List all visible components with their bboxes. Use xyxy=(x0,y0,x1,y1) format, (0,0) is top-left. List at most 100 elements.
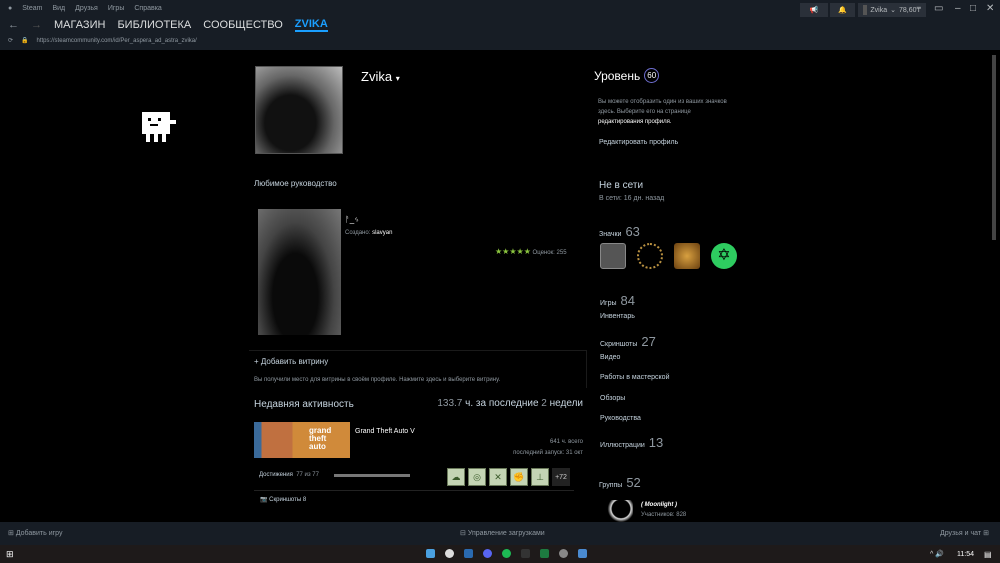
spotify-icon[interactable] xyxy=(502,549,511,558)
steam-app-icon[interactable] xyxy=(464,549,473,558)
stat-link[interactable]: Видео xyxy=(600,354,620,361)
achievement-crossed-icon[interactable]: ✕ xyxy=(489,468,507,486)
chevron-down-icon: ⌄ xyxy=(890,7,897,14)
group-name[interactable]: ( Moonlight ) xyxy=(641,502,677,508)
level-badge: 60 xyxy=(644,68,660,83)
game-app-icon[interactable] xyxy=(559,549,568,558)
stat-link[interactable]: Скриншоты 27 xyxy=(600,334,656,349)
screenshots-link[interactable]: 📷 Скриншоты 8 xyxy=(260,496,306,503)
notification-center-icon[interactable]: ▤ xyxy=(984,550,992,559)
more-achievements[interactable]: +72 xyxy=(552,468,570,486)
desktop-app-icon[interactable] xyxy=(426,549,435,558)
game-total-hours: 641 ч. всего xyxy=(550,439,583,445)
back-icon[interactable]: ← xyxy=(8,19,19,31)
caret-down-icon: ▾ xyxy=(395,74,400,83)
recent-activity-heading: Недавняя активность xyxy=(254,399,354,410)
windows-start-icon[interactable]: ⊞ xyxy=(6,549,14,560)
wallet-balance: 78,60₸ xyxy=(899,7,921,14)
profile-name-dropdown[interactable]: Zvika ▾ xyxy=(361,69,400,84)
rating-stars: ★★★★★ xyxy=(495,247,531,256)
downloads-button[interactable]: ⊟ Управление загрузками xyxy=(460,529,545,537)
add-showcase-label: + Добавить витрину xyxy=(254,357,329,366)
taskbar-apps xyxy=(426,549,587,558)
clock[interactable]: 11:54 xyxy=(957,551,974,558)
camera-icon: 📷 xyxy=(260,497,268,503)
pixel-dog-icon xyxy=(142,112,176,142)
discord-icon[interactable] xyxy=(483,549,492,558)
game-capsule-gta5[interactable]: grand theft auto xyxy=(254,422,350,458)
nav-library[interactable]: БИБЛИОТЕКА xyxy=(117,19,191,31)
forward-icon[interactable]: → xyxy=(31,19,42,31)
laurel-badge-icon[interactable] xyxy=(637,243,663,269)
menu-steam[interactable]: Steam xyxy=(22,5,42,12)
steam-bottom-bar: ⊞ Добавить игру ⊟ Управление загрузками … xyxy=(0,522,1000,545)
profile-avatar[interactable] xyxy=(255,66,343,154)
stat-label: Иллюстрации xyxy=(600,442,645,450)
nav-community[interactable]: СООБЩЕСТВО xyxy=(203,19,283,31)
achievements-value: 77 из 77 xyxy=(296,472,319,478)
notifications-button[interactable]: 🔔 xyxy=(830,3,855,17)
app-icon[interactable] xyxy=(521,549,530,558)
stat-link[interactable]: Иллюстрации 13 xyxy=(600,435,663,450)
tiger-badge-icon[interactable] xyxy=(674,243,700,269)
badges-link[interactable]: Значки 63 xyxy=(599,224,640,239)
add-showcase[interactable]: + Добавить витрину Вы получили место для… xyxy=(249,350,587,388)
guide-author[interactable]: slavyan xyxy=(372,230,392,236)
group-avatar[interactable] xyxy=(603,500,633,522)
guide-title[interactable]: ᚨ_ᛃ xyxy=(345,215,359,224)
stat-link[interactable]: Инвентарь xyxy=(600,313,635,320)
stat-label: Обзоры xyxy=(600,394,626,402)
stat-link[interactable]: Работы в мастерской xyxy=(600,374,670,381)
guide-image[interactable] xyxy=(258,209,341,335)
last-online: В сети: 16 дн. назад xyxy=(599,195,665,202)
menu-bar: ● Steam Вид Друзья Игры Справка xyxy=(8,5,162,12)
groups-link[interactable]: Группы 52 xyxy=(599,475,641,490)
refresh-icon[interactable]: ⟳ xyxy=(8,37,13,44)
achievement-icons: ☁ ◎ ✕ ✊ ⊥ +72 xyxy=(447,468,570,486)
menu-friends[interactable]: Друзья xyxy=(75,5,98,12)
stat-label: Скриншоты xyxy=(600,340,638,348)
edit-profile-link[interactable]: редактирования профиля. xyxy=(598,119,672,125)
url-text[interactable]: https://steamcommunity.com/id/Per_aspera… xyxy=(37,38,197,44)
nav-profile[interactable]: ZVIKA xyxy=(294,18,328,32)
account-menu[interactable]: Zvika ⌄ 78,60₸ xyxy=(858,3,926,17)
excel-icon[interactable] xyxy=(540,549,549,558)
stat-link[interactable]: Обзоры xyxy=(600,395,625,402)
pentagram-badge-icon[interactable]: ✡ xyxy=(711,243,737,269)
achievement-trophy-icon[interactable]: ⊥ xyxy=(531,468,549,486)
stat-count: 27 xyxy=(641,333,656,349)
achievements-label: Достижения xyxy=(259,472,293,478)
nav-store[interactable]: МАГАЗИН xyxy=(54,19,105,31)
menu-help[interactable]: Справка xyxy=(134,5,161,12)
game-title[interactable]: Grand Theft Auto V xyxy=(355,428,415,435)
bell-icon: 🔔 xyxy=(838,7,847,14)
steam-titlebar: ● Steam Вид Друзья Игры Справка ← → МАГА… xyxy=(0,0,1000,50)
stat-link[interactable]: Руководства xyxy=(600,415,641,422)
achievement-wheel-icon[interactable]: ◎ xyxy=(468,468,486,486)
add-game-button[interactable]: ⊞ Добавить игру xyxy=(8,529,63,537)
friends-chat-button[interactable]: Друзья и чат ⊞ xyxy=(940,529,989,537)
profile-name: Zvika xyxy=(361,69,393,84)
big-picture-icon[interactable]: ▭ xyxy=(934,3,943,14)
yandex-browser-icon[interactable] xyxy=(445,549,454,558)
maximize-icon[interactable]: □ xyxy=(970,3,976,14)
steam-active-icon[interactable] xyxy=(578,549,587,558)
stat-label: Работы в мастерской xyxy=(600,374,670,382)
edit-profile-button[interactable]: Редактировать профиль xyxy=(599,139,678,146)
favorite-guide-heading: Любимое руководство xyxy=(254,179,337,188)
menu-view[interactable]: Вид xyxy=(52,5,65,12)
windows-taskbar: ⊞ ^ 🔊 11:54 ▤ xyxy=(0,545,1000,563)
gta-logo: grand theft auto xyxy=(309,426,332,451)
achievement-brain-icon[interactable]: ☁ xyxy=(447,468,465,486)
tray-icons[interactable]: ^ 🔊 xyxy=(930,550,944,558)
guide-by-label: Создано: xyxy=(345,230,371,236)
chat-icon: ⊞ xyxy=(983,530,989,537)
minimize-icon[interactable]: – xyxy=(955,3,961,14)
scrollbar[interactable] xyxy=(992,55,996,240)
menu-games[interactable]: Игры xyxy=(108,5,125,12)
hammer-badge-icon[interactable] xyxy=(600,243,626,269)
achievement-fist-icon[interactable]: ✊ xyxy=(510,468,528,486)
close-icon[interactable]: ✕ xyxy=(986,3,994,14)
announcements-button[interactable]: 📢 xyxy=(800,3,828,17)
stat-link[interactable]: Игры 84 xyxy=(600,293,635,308)
